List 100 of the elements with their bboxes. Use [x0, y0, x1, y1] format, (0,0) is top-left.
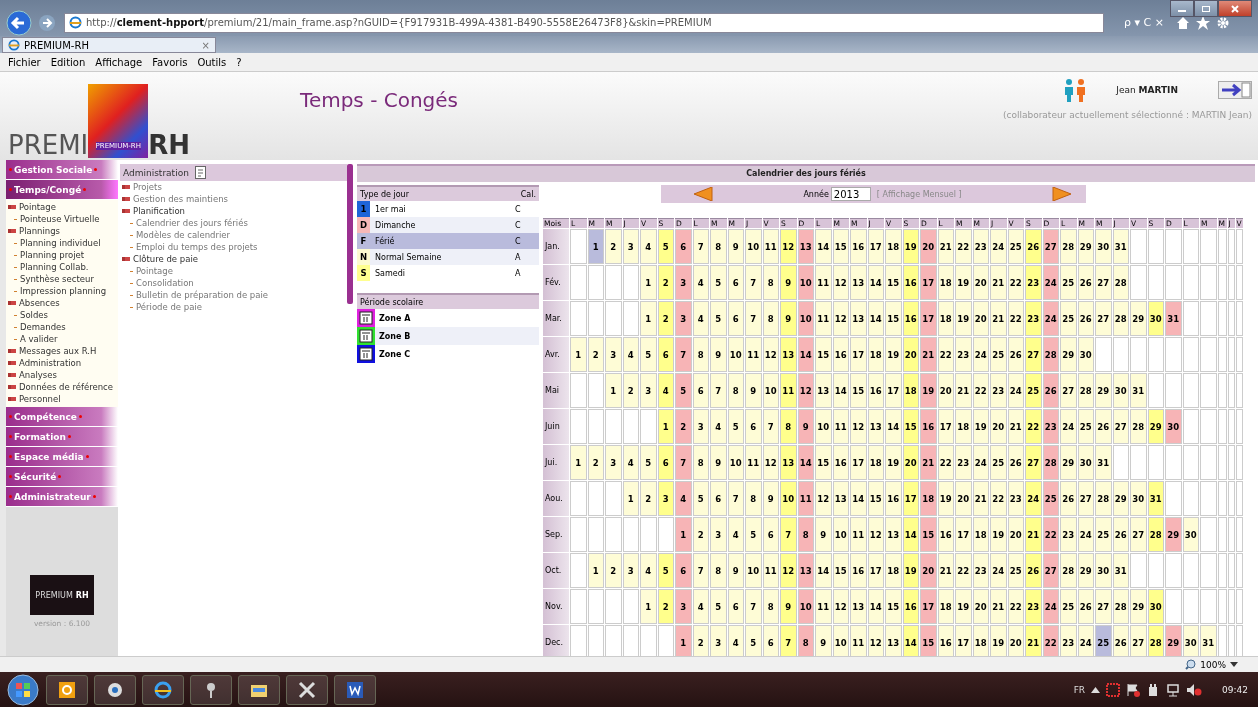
day-cell[interactable]: 6 [727, 265, 744, 300]
day-cell[interactable]: 7 [692, 229, 709, 264]
day-cell[interactable]: 26 [1112, 517, 1129, 552]
day-cell[interactable]: 23 [1025, 265, 1042, 300]
day-cell[interactable]: 16 [867, 373, 884, 408]
day-cell[interactable]: 7 [745, 589, 762, 624]
day-cell[interactable]: 3 [675, 265, 692, 300]
day-cell[interactable]: 8 [710, 229, 727, 264]
day-cell[interactable]: 22 [1007, 589, 1024, 624]
day-cell[interactable]: 5 [692, 481, 709, 516]
day-cell[interactable]: 22 [937, 337, 954, 372]
day-cell[interactable]: 30 [1147, 301, 1164, 336]
day-cell[interactable]: 22 [937, 445, 954, 480]
day-cell[interactable]: 14 [867, 589, 884, 624]
day-cell[interactable]: 19 [920, 373, 937, 408]
day-cell[interactable]: 20 [920, 229, 937, 264]
day-cell[interactable]: 4 [675, 481, 692, 516]
day-cell[interactable]: 7 [727, 481, 744, 516]
day-cell[interactable]: 14 [867, 301, 884, 336]
day-cell[interactable]: 27 [1025, 337, 1042, 372]
tray-app-icon[interactable] [1106, 682, 1121, 697]
sidebar-item[interactable]: Administration [6, 357, 118, 369]
day-cell[interactable]: 25 [1042, 481, 1059, 516]
tray-network-icon[interactable] [1166, 682, 1181, 697]
sidebar-section[interactable]: Gestion Sociale [6, 160, 118, 180]
day-cell[interactable]: 30 [1077, 445, 1094, 480]
day-cell[interactable]: 2 [692, 517, 709, 552]
day-cell[interactable]: 6 [727, 301, 744, 336]
day-cell[interactable]: 11 [850, 517, 867, 552]
day-cell[interactable]: 14 [797, 337, 814, 372]
sidebar-item[interactable]: Analyses [6, 369, 118, 381]
day-cell[interactable]: 11 [832, 409, 849, 444]
menu-sublink[interactable]: Période de paie [120, 301, 347, 313]
day-cell[interactable]: 30 [1147, 589, 1164, 624]
day-cell[interactable]: 29 [1095, 373, 1112, 408]
day-cell[interactable]: 23 [972, 229, 989, 264]
day-cell[interactable]: 12 [780, 553, 797, 588]
day-cell[interactable]: 22 [1025, 409, 1042, 444]
day-cell[interactable]: 28 [1130, 409, 1147, 444]
day-cell[interactable]: 22 [1007, 301, 1024, 336]
sidebar-subitem[interactable]: Planning individuel [6, 237, 118, 249]
day-cell[interactable]: 30 [1182, 517, 1199, 552]
day-cell[interactable]: 27 [1060, 373, 1077, 408]
day-cell[interactable]: 23 [1007, 481, 1024, 516]
day-cell[interactable]: 3 [692, 409, 709, 444]
day-cell[interactable]: 18 [902, 373, 919, 408]
settings-icon[interactable] [1215, 15, 1230, 30]
day-cell[interactable]: 24 [1042, 589, 1059, 624]
day-cell[interactable]: 20 [972, 589, 989, 624]
day-cell[interactable]: 12 [762, 337, 779, 372]
day-type-row[interactable]: D Dimanche C [357, 217, 539, 233]
day-cell[interactable]: 3 [657, 481, 674, 516]
day-cell[interactable]: 15 [902, 409, 919, 444]
close-button[interactable] [1218, 0, 1252, 17]
day-cell[interactable]: 22 [955, 229, 972, 264]
day-cell[interactable]: 7 [675, 445, 692, 480]
day-cell[interactable]: 2 [605, 229, 622, 264]
day-cell[interactable]: 14 [815, 229, 832, 264]
day-cell[interactable]: 28 [1060, 553, 1077, 588]
day-cell[interactable]: 17 [885, 373, 902, 408]
day-cell[interactable]: 2 [587, 337, 604, 372]
day-cell[interactable]: 3 [605, 445, 622, 480]
day-cell[interactable]: 17 [920, 265, 937, 300]
day-cell[interactable]: 1 [640, 265, 657, 300]
day-cell[interactable]: 12 [832, 265, 849, 300]
day-cell[interactable]: 30 [1112, 373, 1129, 408]
day-cell[interactable]: 25 [1060, 589, 1077, 624]
day-cell[interactable]: 7 [780, 517, 797, 552]
day-cell[interactable]: 30 [1077, 337, 1094, 372]
minimize-button[interactable] [1170, 0, 1194, 17]
taskbar-app-icon[interactable] [94, 674, 136, 705]
day-cell[interactable]: 21 [990, 589, 1007, 624]
day-cell[interactable]: 15 [850, 373, 867, 408]
day-cell[interactable]: 27 [1112, 409, 1129, 444]
day-cell[interactable]: 16 [832, 445, 849, 480]
day-cell[interactable]: 16 [850, 229, 867, 264]
day-cell[interactable]: 16 [850, 553, 867, 588]
day-cell[interactable]: 3 [622, 553, 639, 588]
day-cell[interactable]: 26 [1077, 265, 1094, 300]
day-cell[interactable]: 17 [920, 301, 937, 336]
day-cell[interactable]: 10 [797, 589, 814, 624]
day-cell[interactable]: 5 [710, 589, 727, 624]
day-cell[interactable]: 13 [850, 301, 867, 336]
day-cell[interactable]: 15 [920, 517, 937, 552]
year-input[interactable]: 2013 [830, 187, 871, 201]
start-button[interactable] [6, 672, 40, 707]
day-cell[interactable]: 9 [710, 445, 727, 480]
day-cell[interactable]: 30 [1095, 553, 1112, 588]
day-cell[interactable]: 20 [1007, 517, 1024, 552]
day-cell[interactable]: 23 [990, 373, 1007, 408]
day-cell[interactable]: 31 [1147, 481, 1164, 516]
day-cell[interactable]: 11 [745, 445, 762, 480]
day-cell[interactable]: 13 [780, 337, 797, 372]
sidebar-subitem[interactable]: A valider [6, 333, 118, 345]
day-cell[interactable]: 11 [815, 265, 832, 300]
day-cell[interactable]: 13 [797, 229, 814, 264]
day-cell[interactable]: 17 [920, 589, 937, 624]
day-cell[interactable]: 9 [815, 517, 832, 552]
day-cell[interactable]: 1 [605, 373, 622, 408]
day-cell[interactable]: 20 [902, 337, 919, 372]
